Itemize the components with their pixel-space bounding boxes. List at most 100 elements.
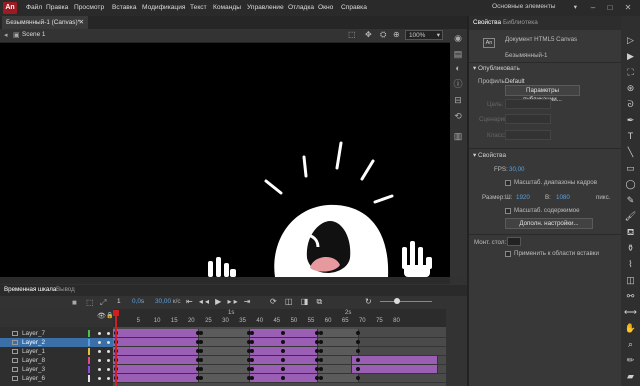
back-arrow-icon[interactable]: ◂	[4, 31, 8, 39]
eye-icon[interactable]: 👁	[97, 312, 106, 320]
visibility-dot[interactable]	[98, 377, 101, 380]
menu-item-3[interactable]: Вставка	[112, 4, 137, 11]
keyframe[interactable]	[199, 331, 203, 335]
lock-dot[interactable]	[107, 377, 110, 380]
assets-icon[interactable]: ▥	[452, 130, 464, 142]
visibility-dot[interactable]	[98, 332, 101, 335]
3d-rotation-icon[interactable]: ⊛	[624, 82, 637, 94]
ink-bottle-icon[interactable]: ⚱	[624, 242, 637, 254]
frame-span[interactable]	[113, 374, 199, 382]
subselect-arrow-icon[interactable]: ▶	[624, 50, 637, 62]
fps-prop-value[interactable]: 30,00	[509, 166, 524, 173]
keyframe[interactable]	[318, 340, 323, 344]
publish-section-header[interactable]: ▾ Опубликовать	[473, 64, 520, 72]
free-transform-icon[interactable]: ⛶	[624, 66, 637, 78]
frame-span[interactable]	[198, 338, 250, 346]
menu-item-10[interactable]: Справка	[341, 4, 367, 11]
paint-bucket-icon[interactable]: ⛾	[624, 226, 637, 238]
zoom-slider-track[interactable]	[380, 301, 432, 302]
frame-row[interactable]	[113, 356, 446, 365]
menu-item-5[interactable]: Текст	[190, 4, 207, 11]
fill-color-icon[interactable]: ▰	[624, 370, 637, 382]
close-button[interactable]: ✕	[621, 2, 635, 14]
tab-library[interactable]: Библиотека	[503, 19, 538, 26]
visibility-dot[interactable]	[98, 368, 101, 371]
frame-span[interactable]	[318, 338, 360, 346]
camera-icon[interactable]: ■	[72, 298, 77, 307]
tab-properties[interactable]: Свойства	[473, 19, 501, 26]
frame-row[interactable]	[113, 347, 446, 356]
tab-timeline[interactable]: Временная шкала	[4, 286, 56, 293]
frame-span[interactable]	[198, 365, 250, 373]
selection-arrow-icon[interactable]: ▷	[624, 34, 637, 46]
timeline-scrollbar[interactable]	[446, 296, 467, 386]
frame-span[interactable]	[198, 329, 250, 337]
frame-span[interactable]	[113, 338, 199, 346]
stage-horizontal-scrollbar[interactable]	[0, 277, 450, 284]
keyframe[interactable]	[318, 358, 323, 362]
width-icon[interactable]: ⟷	[624, 306, 637, 318]
center-stage-icon[interactable]: ⊕	[393, 30, 400, 39]
eyedropper-icon[interactable]: ⌇	[624, 258, 637, 270]
text-icon[interactable]: T	[624, 130, 637, 142]
apply-paste-checkbox[interactable]	[505, 251, 511, 257]
lasso-icon[interactable]: ᘐ	[624, 98, 637, 110]
tab-output[interactable]: Вывод	[56, 286, 75, 293]
lock-dot[interactable]	[107, 368, 110, 371]
line-icon[interactable]: ╲	[624, 146, 637, 158]
pencil-icon[interactable]: ✎	[624, 194, 637, 206]
frame-span[interactable]	[198, 356, 250, 364]
align-icon[interactable]: ⊟	[452, 94, 464, 106]
frame-span[interactable]	[198, 374, 250, 382]
layer-color-swatch[interactable]	[88, 339, 90, 346]
properties-section-header[interactable]: ▾ Свойства	[473, 151, 506, 159]
layer-color-swatch[interactable]	[88, 357, 90, 364]
visibility-dot[interactable]	[98, 359, 101, 362]
layer-depth-icon[interactable]: ⬚	[86, 298, 94, 307]
layer-row[interactable]: Layer_7	[0, 329, 113, 338]
menu-item-9[interactable]: Окно	[318, 4, 333, 11]
brush-icon[interactable]: 🖌	[624, 210, 637, 222]
scale-ranges-checkbox[interactable]	[505, 180, 511, 186]
document-tab[interactable]: Безымянный-1 (Canvas)* ✕	[2, 16, 88, 29]
info-icon[interactable]: ⓘ	[452, 78, 464, 90]
layer-color-swatch[interactable]	[88, 366, 90, 373]
publish-settings-button[interactable]: Параметры публикации...	[505, 85, 580, 103]
keyframe[interactable]	[356, 376, 361, 380]
keyframe[interactable]	[356, 331, 361, 335]
workspace-switcher[interactable]: Основные элементы ▾	[492, 3, 577, 13]
keyframe[interactable]	[318, 376, 323, 380]
menu-item-6[interactable]: Команды	[213, 4, 241, 11]
minimize-button[interactable]: –	[586, 2, 600, 14]
lock-dot[interactable]	[107, 332, 110, 335]
layer-color-swatch[interactable]	[88, 348, 90, 355]
keyframe[interactable]	[356, 349, 361, 353]
lock-dot[interactable]	[107, 359, 110, 362]
scale-content-checkbox[interactable]	[505, 208, 511, 214]
frame-row[interactable]	[113, 329, 446, 338]
menu-item-8[interactable]: Отладка	[288, 4, 314, 11]
close-tab-icon[interactable]: ✕	[79, 16, 84, 29]
layer-row[interactable]: Layer_3	[0, 365, 113, 374]
keyframe[interactable]	[318, 331, 323, 335]
zoom-icon[interactable]: ⌕	[624, 338, 637, 350]
lock-dot[interactable]	[107, 350, 110, 353]
zoom-select[interactable]: 100% ▾	[405, 30, 443, 40]
eraser-icon[interactable]: ◫	[624, 274, 637, 286]
frame-span[interactable]	[318, 356, 353, 364]
stage-canvas[interactable]	[0, 43, 450, 277]
menu-item-2[interactable]: Просмотр	[74, 4, 104, 11]
keyframe[interactable]	[199, 367, 203, 371]
frame-span[interactable]	[113, 365, 199, 373]
layer-row[interactable]: Layer_8	[0, 356, 113, 365]
stroke-color-icon[interactable]: ✏	[624, 354, 637, 366]
keyframe[interactable]	[318, 367, 323, 371]
more-settings-button[interactable]: Дополн. настройки...	[505, 218, 593, 229]
frame-span[interactable]	[113, 329, 199, 337]
layer-row[interactable]: Layer_2	[0, 338, 113, 347]
frame-span[interactable]	[113, 347, 199, 355]
current-time[interactable]: 0,0s	[132, 298, 144, 305]
motion-presets-icon[interactable]: ◉	[452, 32, 464, 44]
layer-row[interactable]: Layer_6	[0, 374, 113, 383]
bone-icon[interactable]: ⚯	[624, 290, 637, 302]
